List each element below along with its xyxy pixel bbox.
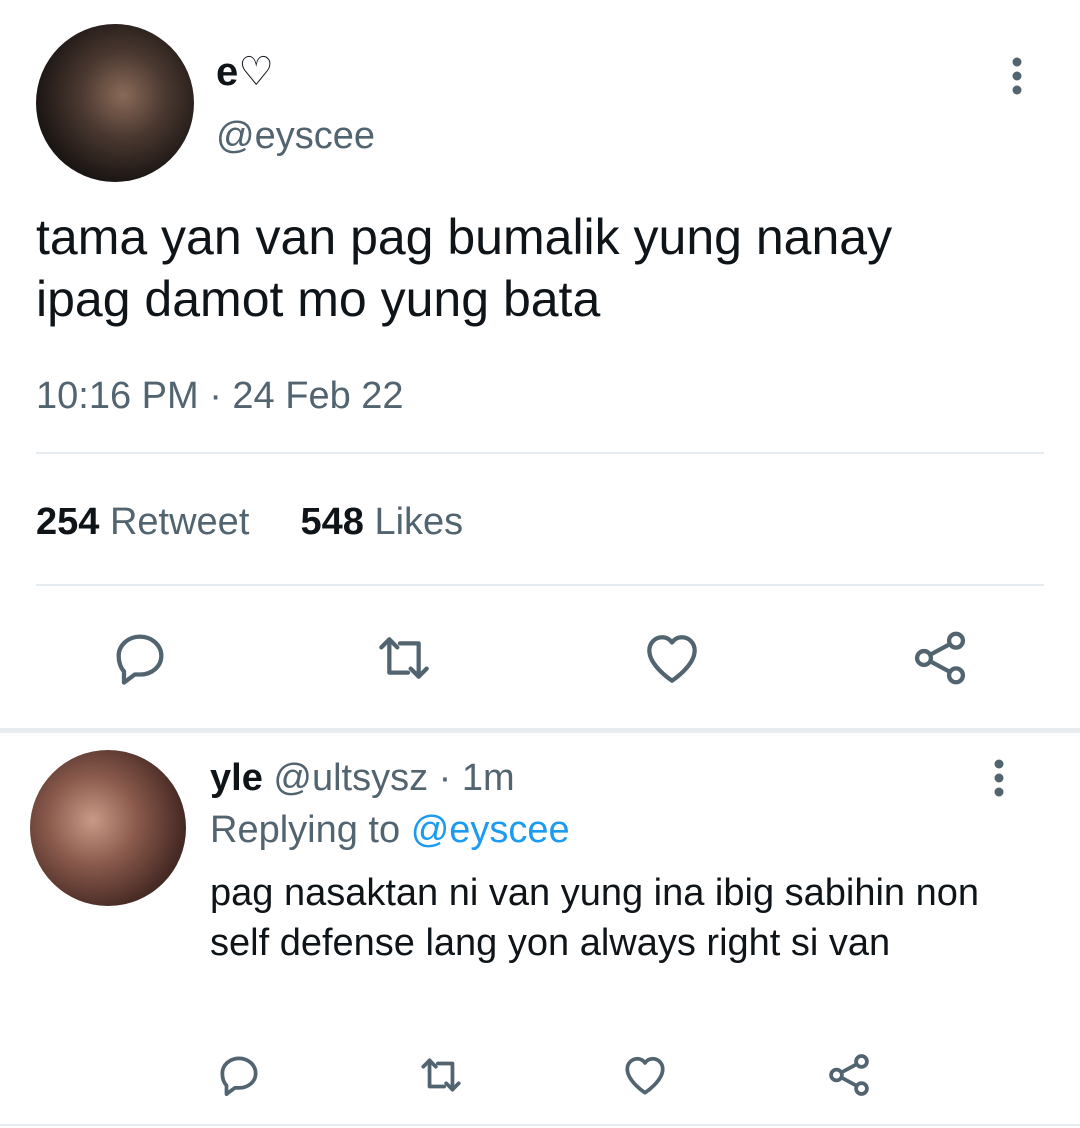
divider — [0, 1124, 1080, 1126]
tweet-timestamp[interactable]: 10:16 PM · 24 Feb 22 — [36, 372, 404, 420]
user-handle[interactable]: @eyscee — [216, 114, 375, 158]
divider — [36, 452, 1044, 454]
tweet-text: tama yan van pag bumalik yung nanay ipag… — [36, 209, 893, 327]
retweet-count: 254 — [36, 501, 100, 543]
divider — [36, 584, 1044, 586]
retweet-label: Retweet — [109, 501, 250, 543]
like-icon[interactable] — [620, 1050, 670, 1100]
avatar[interactable] — [30, 750, 186, 906]
like-icon[interactable] — [640, 626, 704, 690]
replying-to-label: Replying to — [210, 809, 401, 851]
share-icon[interactable] — [824, 1050, 874, 1100]
reply-text: pag nasaktan ni van yung ina ibig sabihi… — [210, 872, 980, 964]
display-name[interactable]: e♡ — [216, 48, 274, 96]
reply-icon[interactable] — [214, 1050, 264, 1100]
retweet-stat[interactable]: 254 Retweet — [36, 501, 249, 543]
likes-count: 548 — [300, 501, 364, 543]
retweet-icon[interactable] — [416, 1050, 466, 1100]
avatar[interactable] — [36, 24, 194, 182]
tweet-stats: 254 Retweet 548 Likes — [36, 498, 463, 546]
more-icon[interactable] — [988, 756, 1010, 800]
reply-header: yle @ultsysz · 1m — [210, 754, 515, 802]
reply-icon[interactable] — [108, 626, 172, 690]
share-icon[interactable] — [908, 626, 972, 690]
reply-display-name[interactable]: yle — [210, 757, 263, 799]
replying-to-handle[interactable]: @eyscee — [411, 809, 570, 851]
replying-to: Replying to @eyscee — [210, 806, 570, 854]
retweet-icon[interactable] — [372, 626, 436, 690]
likes-stat[interactable]: 548 Likes — [301, 501, 464, 543]
more-icon[interactable] — [1006, 54, 1028, 98]
section-divider — [0, 728, 1080, 733]
reply-handle-time[interactable]: @ultsysz · 1m — [273, 757, 514, 799]
likes-label: Likes — [374, 501, 464, 543]
